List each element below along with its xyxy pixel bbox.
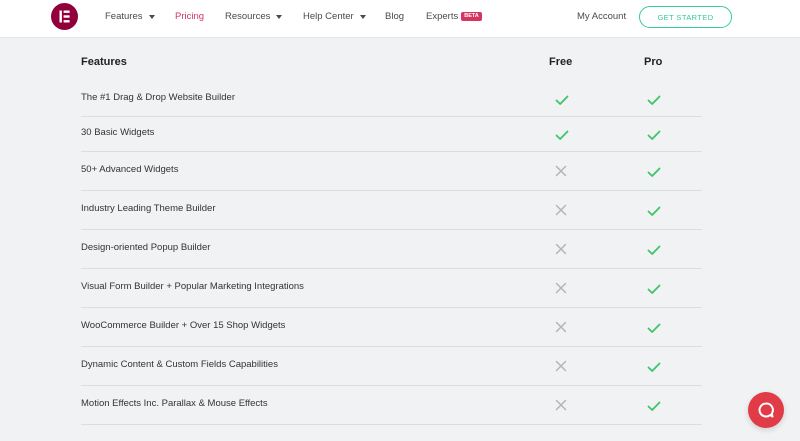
check-icon [647, 282, 661, 300]
features-column-header: Features [81, 56, 127, 68]
cross-icon [555, 281, 567, 299]
table-row: Industry Leading Theme Builder [81, 191, 702, 230]
cross-icon [555, 359, 567, 377]
table-body: The #1 Drag & Drop Website Builder 30 Bas… [81, 82, 702, 425]
pro-column-header: Pro [644, 56, 663, 68]
table-header: Features Free Pro [81, 38, 702, 82]
nav-pricing-label: Pricing [175, 11, 205, 22]
cross-icon [555, 242, 567, 260]
site-header: Features Pricing Resources Help Center B… [0, 0, 800, 38]
nav-experts[interactable]: Experts BETA [426, 11, 482, 22]
free-column-header: Free [549, 56, 573, 68]
chevron-down-icon [276, 14, 283, 19]
feature-label: WooCommerce Builder + Over 15 Shop Widge… [81, 320, 286, 331]
check-icon [647, 321, 661, 339]
check-icon [555, 93, 569, 111]
feature-label: Dynamic Content & Custom Fields Capabili… [81, 359, 278, 370]
table-row: 30 Basic Widgets [81, 117, 702, 152]
feature-label: Industry Leading Theme Builder [81, 203, 216, 214]
table-row: Motion Effects Inc. Parallax & Mouse Eff… [81, 386, 702, 425]
check-icon [555, 128, 569, 146]
nav-features[interactable]: Features [105, 11, 155, 22]
check-icon [647, 243, 661, 261]
beta-badge: BETA [461, 12, 482, 21]
cross-icon [555, 203, 567, 221]
cross-icon [555, 320, 567, 338]
check-icon [647, 204, 661, 222]
table-row: Dynamic Content & Custom Fields Capabili… [81, 347, 702, 386]
check-icon [647, 399, 661, 417]
nav-experts-label: Experts [426, 11, 459, 22]
nav-resources[interactable]: Resources [225, 11, 283, 22]
feature-label: Visual Form Builder + Popular Marketing … [81, 281, 304, 292]
get-started-button[interactable]: GET STARTED [639, 6, 732, 28]
nav-help-center-label: Help Center [303, 11, 354, 22]
feature-comparison-table: Features Free Pro The #1 Drag & Drop Web… [81, 38, 702, 425]
feature-label: 30 Basic Widgets [81, 127, 155, 138]
nav-resources-label: Resources [225, 11, 271, 22]
elementor-logo-icon[interactable] [51, 3, 78, 30]
table-row: The #1 Drag & Drop Website Builder [81, 82, 702, 117]
table-row: WooCommerce Builder + Over 15 Shop Widge… [81, 308, 702, 347]
chevron-down-icon [359, 14, 366, 19]
cross-icon [555, 398, 567, 416]
check-icon [647, 93, 661, 111]
nav-blog-label: Blog [385, 11, 405, 22]
my-account-link[interactable]: My Account [577, 11, 626, 22]
check-icon [647, 128, 661, 146]
chevron-down-icon [148, 14, 155, 19]
cross-icon [555, 164, 567, 182]
feature-label: The #1 Drag & Drop Website Builder [81, 92, 236, 103]
nav-features-label: Features [105, 11, 143, 22]
chat-button[interactable] [748, 392, 784, 428]
feature-label: Motion Effects Inc. Parallax & Mouse Eff… [81, 398, 268, 409]
table-row: Visual Form Builder + Popular Marketing … [81, 269, 702, 308]
nav-pricing[interactable]: Pricing [175, 11, 204, 22]
chat-bubble-icon [758, 402, 774, 418]
table-row: 50+ Advanced Widgets [81, 152, 702, 191]
feature-label: Design-oriented Popup Builder [81, 242, 211, 253]
feature-label: 50+ Advanced Widgets [81, 164, 179, 175]
check-icon [647, 360, 661, 378]
table-row: Design-oriented Popup Builder [81, 230, 702, 269]
check-icon [647, 165, 661, 183]
nav-blog[interactable]: Blog [385, 11, 404, 22]
nav-help-center[interactable]: Help Center [303, 11, 366, 22]
